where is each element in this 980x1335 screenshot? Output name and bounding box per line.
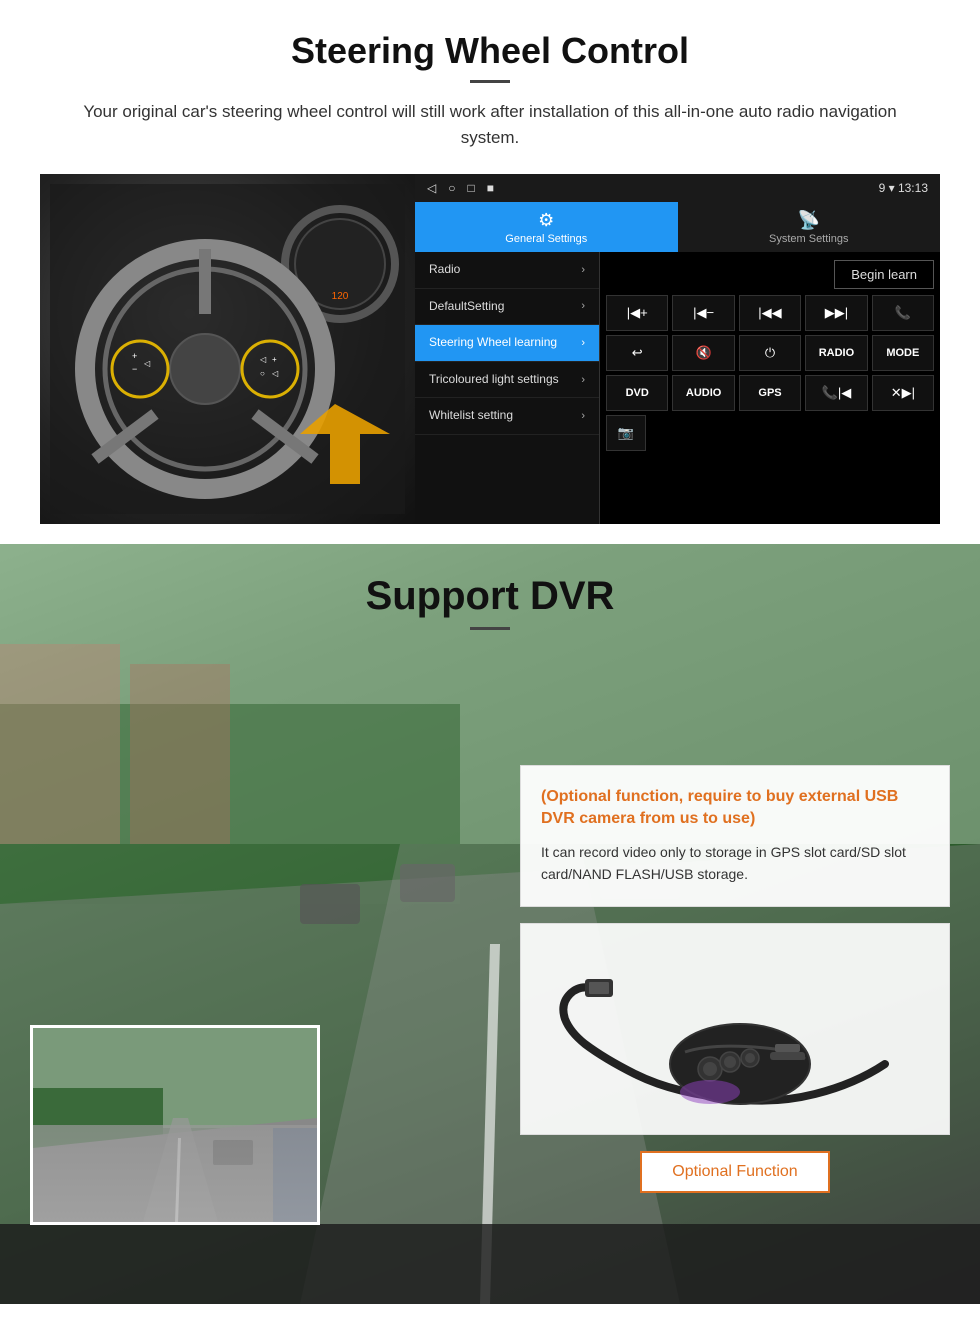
svg-text:120: 120 [332, 291, 349, 302]
ctrl-camera[interactable]: 📷 [606, 415, 646, 451]
status-bar: ◁ ○ □ ■ 9 ▾ 13:13 [415, 174, 940, 202]
ctrl-hangup[interactable]: ↩ [606, 335, 668, 371]
menu-item-whitelist[interactable]: Whitelist setting › [415, 398, 599, 435]
controls-top: Begin learn [606, 260, 934, 289]
menu-steering-label: Steering Wheel learning [429, 335, 557, 351]
dvr-title: Support DVR [0, 574, 980, 619]
status-time: 9 ▾ 13:13 [879, 181, 928, 195]
chevron-icon-tricoloured: › [581, 374, 585, 386]
svg-text:○: ○ [260, 369, 265, 378]
controls-row-1: |◀+ |◀− |◀◀ ▶▶| 📞 [606, 295, 934, 331]
menu-whitelist-label: Whitelist setting [429, 408, 513, 424]
chevron-icon-default: › [581, 300, 585, 312]
svg-text:◁: ◁ [272, 369, 279, 378]
svg-text:◁: ◁ [144, 359, 151, 368]
system-icon: 📡 [798, 210, 820, 231]
dvr-thumbnail [30, 1025, 320, 1225]
ctrl-power[interactable]: ⏻ [739, 335, 801, 371]
dvr-section: Support DVR [0, 544, 980, 1304]
controls-row-3: DVD AUDIO GPS 📞|◀ ✕▶| [606, 375, 934, 411]
title-divider [470, 80, 510, 83]
camera-svg-wrapper [541, 944, 929, 1114]
ctrl-next[interactable]: ▶▶| [805, 295, 867, 331]
steering-bg: 120 + − ◁ [40, 174, 415, 524]
steering-content: 120 + − ◁ [40, 174, 940, 524]
chevron-icon-whitelist: › [581, 410, 585, 422]
controls-row-2: ↩ 🔇 ⏻ RADIO MODE [606, 335, 934, 371]
menu-item-steering-wheel[interactable]: Steering Wheel learning › [415, 325, 599, 362]
thumbnail-road [33, 1125, 317, 1222]
home-icon: ○ [448, 181, 455, 195]
steering-photo: 120 + − ◁ [40, 174, 415, 524]
optional-function-button[interactable]: Optional Function [640, 1151, 829, 1193]
menu-item-default[interactable]: DefaultSetting › [415, 289, 599, 326]
recent-icon: □ [467, 181, 474, 195]
ctrl-phone[interactable]: 📞 [872, 295, 934, 331]
svg-text:+: + [272, 355, 277, 364]
ctrl-mode[interactable]: MODE [872, 335, 934, 371]
menu-item-radio[interactable]: Radio › [415, 252, 599, 289]
ctrl-audio[interactable]: AUDIO [672, 375, 734, 411]
dvr-left [30, 665, 500, 1265]
back-icon: ◁ [427, 181, 436, 195]
dvr-optional-text: (Optional function, require to buy exter… [541, 786, 929, 831]
dvr-btn-row: Optional Function [520, 1151, 950, 1193]
menu-tricoloured-label: Tricoloured light settings [429, 372, 559, 388]
dvr-right: (Optional function, require to buy exter… [520, 665, 950, 1265]
android-panel: ◁ ○ □ ■ 9 ▾ 13:13 ⚙ General Settings 📡 S… [415, 174, 940, 524]
ctrl-prev[interactable]: |◀◀ [739, 295, 801, 331]
dvr-title-area: Support DVR [0, 544, 980, 645]
chevron-icon-steering: › [581, 337, 585, 349]
menu-icon: ■ [487, 181, 494, 195]
ctrl-mute[interactable]: 🔇 [672, 335, 734, 371]
svg-text:−: − [132, 364, 137, 374]
steering-title: Steering Wheel Control [40, 30, 940, 72]
android-body: Radio › DefaultSetting › Steering Wheel … [415, 252, 940, 524]
tab-system-settings[interactable]: 📡 System Settings [678, 202, 941, 252]
svg-text:+: + [132, 351, 137, 361]
chevron-icon-radio: › [581, 264, 585, 276]
controls-row-4: 📷 [606, 415, 934, 451]
begin-learn-button[interactable]: Begin learn [834, 260, 934, 289]
dvr-camera-area [520, 923, 950, 1135]
android-tabs: ⚙ General Settings 📡 System Settings [415, 202, 940, 252]
ctrl-vol-down[interactable]: |◀− [672, 295, 734, 331]
android-menu: Radio › DefaultSetting › Steering Wheel … [415, 252, 600, 524]
tab-system-label: System Settings [769, 233, 848, 245]
dvr-title-divider [470, 627, 510, 630]
tab-general-label: General Settings [505, 233, 587, 245]
ctrl-phone-prev[interactable]: 📞|◀ [805, 375, 867, 411]
svg-text:◁: ◁ [260, 355, 267, 364]
controls-panel: Begin learn |◀+ |◀− |◀◀ ▶▶| 📞 ↩ 🔇 ⏻ [600, 252, 940, 524]
settings-icon: ⚙ [538, 210, 554, 231]
statusbar-nav-icons: ◁ ○ □ ■ [427, 181, 494, 195]
ctrl-gps[interactable]: GPS [739, 375, 801, 411]
dvr-content: (Optional function, require to buy exter… [0, 645, 980, 1285]
dvr-desc-text: It can record video only to storage in G… [541, 841, 929, 886]
ctrl-dvd[interactable]: DVD [606, 375, 668, 411]
menu-default-label: DefaultSetting [429, 299, 504, 315]
tab-general-settings[interactable]: ⚙ General Settings [415, 202, 678, 252]
steering-subtitle: Your original car's steering wheel contr… [60, 99, 920, 150]
ctrl-radio[interactable]: RADIO [805, 335, 867, 371]
dvr-info-box: (Optional function, require to buy exter… [520, 765, 950, 907]
ctrl-vol-up[interactable]: |◀+ [606, 295, 668, 331]
steering-section: Steering Wheel Control Your original car… [0, 0, 980, 544]
menu-radio-label: Radio [429, 262, 460, 278]
ctrl-x-next[interactable]: ✕▶| [872, 375, 934, 411]
menu-item-tricoloured[interactable]: Tricoloured light settings › [415, 362, 599, 399]
